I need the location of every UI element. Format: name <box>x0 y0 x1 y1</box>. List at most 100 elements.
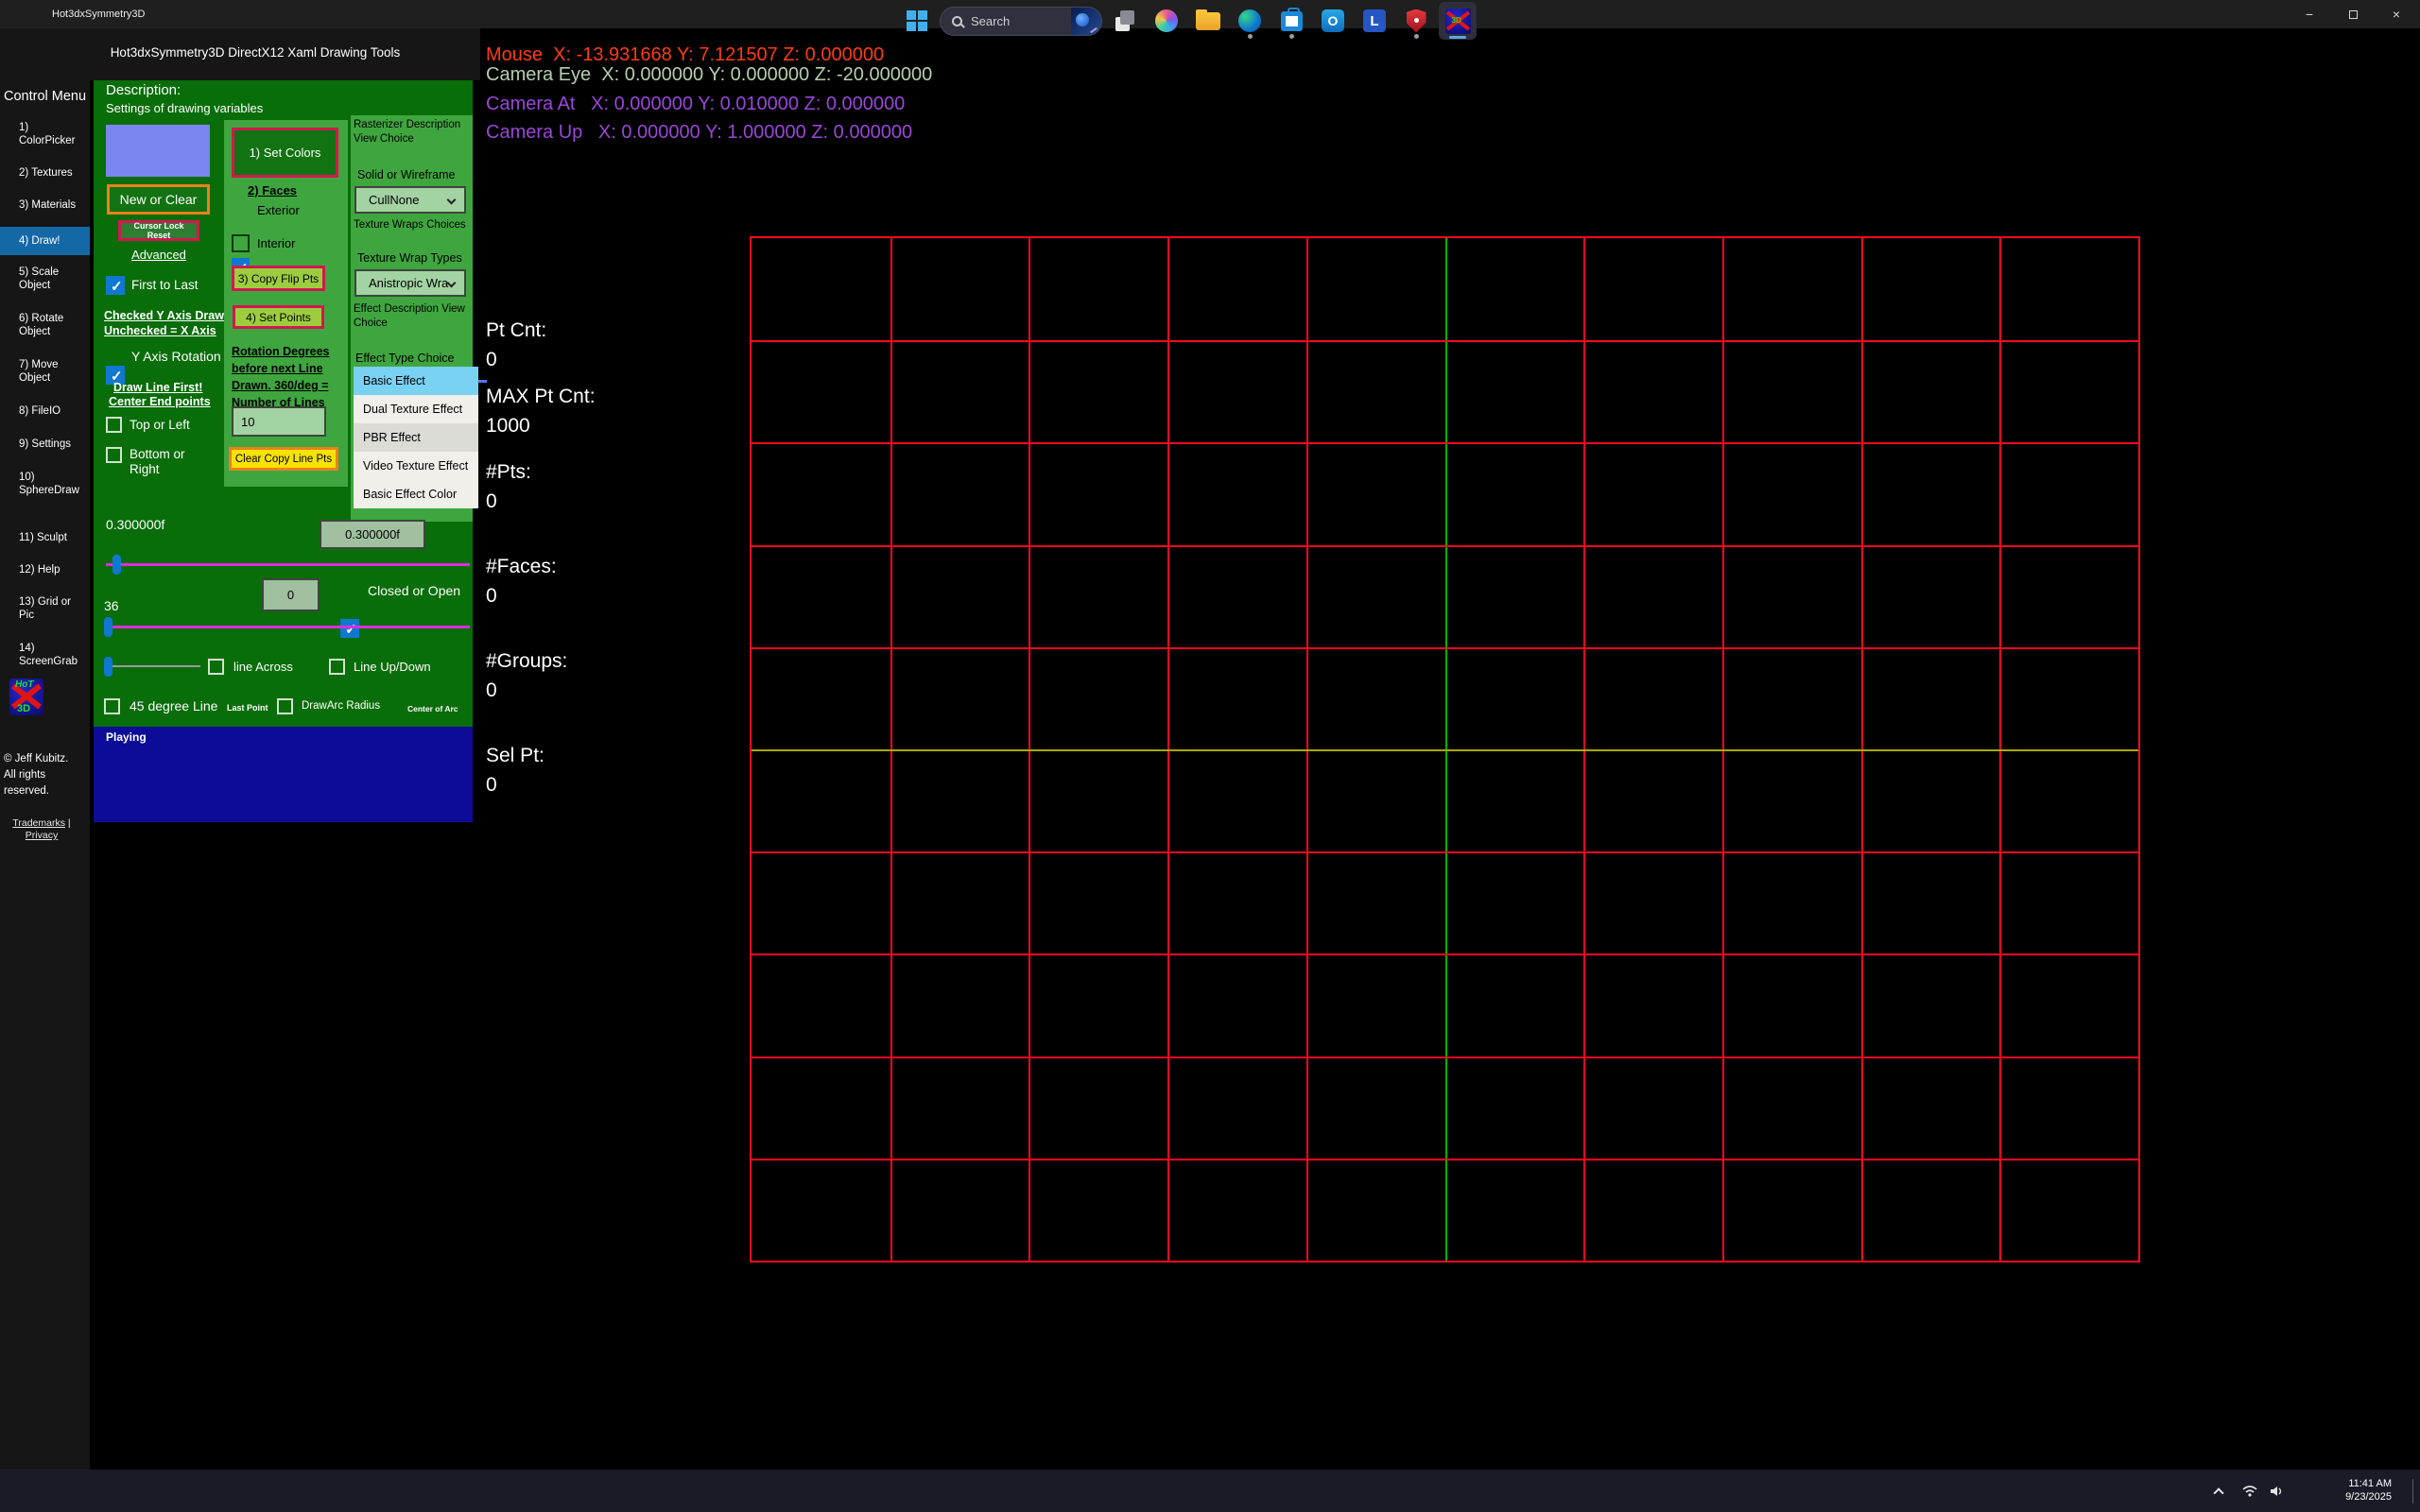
draw-arc-radius-checkbox[interactable] <box>277 698 293 714</box>
closed-or-open-checkbox[interactable] <box>340 619 359 638</box>
running-indicator <box>1414 34 1419 39</box>
sidebar-item-move-object[interactable]: 7) Move Object <box>19 358 81 385</box>
pts-value: 0 <box>486 490 497 513</box>
sidebar-item-sculpt[interactable]: 11) Sculpt <box>19 531 81 544</box>
segments-slider-track[interactable] <box>106 626 470 628</box>
sidebar-item-spheredraw[interactable]: 10) SphereDraw <box>19 471 81 497</box>
start-button[interactable] <box>898 2 936 40</box>
trademarks-link[interactable]: Trademarks <box>12 817 65 829</box>
sidebar-item-grid-or-pic[interactable]: 13) Grid or Pic <box>19 595 81 622</box>
sidebar-item-colorpicker[interactable]: 1) ColorPicker <box>19 121 81 147</box>
axis-line <box>752 749 2138 751</box>
drawing-settings-panel: Description: Settings of drawing variabl… <box>94 80 473 822</box>
line-up-down-checkbox[interactable] <box>329 659 345 675</box>
cursor-lock-reset-button[interactable]: Cursor Lock Reset <box>118 220 199 241</box>
center-end-points-link[interactable]: Center End points <box>109 395 211 409</box>
copy-flip-pts-button[interactable]: 3) Copy Flip Pts <box>232 266 325 291</box>
sidebar-item-help[interactable]: 12) Help <box>19 563 81 576</box>
sidebar-item-rotate-object[interactable]: 6) Rotate Object <box>19 312 81 338</box>
legal-links: Trademarks | Privacy <box>2 817 81 842</box>
effect-option-basic-color[interactable]: Basic Effect Color <box>354 480 478 508</box>
grid-line <box>752 545 2138 547</box>
clear-copy-line-pts-button[interactable]: Clear Copy Line Pts <box>229 447 338 471</box>
show-desktop-button[interactable] <box>2412 1479 2413 1503</box>
rotation-degrees-line3: Drawn. 360/deg = <box>232 377 328 395</box>
letter-l-app-button[interactable]: L <box>1356 2 1393 40</box>
sidebar-item-draw[interactable]: 4) Draw! <box>0 227 90 255</box>
search-placeholder: Search <box>971 14 1071 28</box>
rotation-degrees-input[interactable]: 10 <box>232 406 326 437</box>
security-shield-button[interactable] <box>1397 2 1435 40</box>
sidebar-item-textures[interactable]: 2) Textures <box>19 166 81 180</box>
microsoft-store-button[interactable] <box>1272 2 1310 40</box>
line-slider-track[interactable] <box>106 665 200 667</box>
faces-value: 0 <box>486 585 497 608</box>
outlook-button[interactable]: O <box>1314 2 1352 40</box>
file-explorer-button[interactable] <box>1189 2 1227 40</box>
sidebar-item-scale-object[interactable]: 5) Scale Object <box>19 266 81 292</box>
window-title: Hot3dxSymmetry3D <box>52 0 145 28</box>
task-view-button[interactable] <box>1106 2 1144 40</box>
edge-button[interactable] <box>1231 2 1269 40</box>
effect-option-video-texture[interactable]: Video Texture Effect <box>354 452 478 480</box>
network-icon <box>2242 1484 2257 1499</box>
first-to-last-checkbox[interactable] <box>106 276 125 295</box>
groups-label: #Groups: <box>486 650 567 673</box>
line-across-checkbox[interactable] <box>208 659 224 675</box>
privacy-link[interactable]: Privacy <box>26 830 58 841</box>
search-icon <box>952 16 962 26</box>
y-axis-note-line1: Checked Y Axis Draw <box>104 309 224 323</box>
set-colors-button[interactable]: 1) Set Colors <box>232 128 338 178</box>
faces-link[interactable]: 2) Faces <box>248 183 297 198</box>
thickness-value-box[interactable]: 0.300000f <box>320 520 425 549</box>
bottom-or-right-checkbox[interactable] <box>106 447 122 463</box>
set-points-button[interactable]: 4) Set Points <box>233 305 324 329</box>
new-or-clear-button[interactable]: New or Clear <box>107 184 210 215</box>
active-app-indicator <box>1449 36 1466 39</box>
effect-option-basic[interactable]: Basic Effect <box>354 367 478 395</box>
thickness-slider-track[interactable] <box>106 563 470 566</box>
deg45-line-checkbox[interactable] <box>104 698 120 714</box>
close-button[interactable]: × <box>2375 0 2418 28</box>
draw-line-first-link[interactable]: Draw Line First! <box>113 381 202 395</box>
segments-value-box[interactable]: 0 <box>262 578 320 611</box>
top-or-left-checkbox[interactable] <box>106 417 122 433</box>
sidebar-item-settings[interactable]: 9) Settings <box>19 438 81 451</box>
faces-label: #Faces: <box>486 556 557 578</box>
sidebar-item-screengrab[interactable]: 14) ScreenGrab <box>19 642 81 668</box>
drawing-canvas-grid[interactable] <box>750 236 2140 1263</box>
y-axis-rotation-label: Y Axis Rotation <box>131 349 221 364</box>
line-slider-thumb[interactable] <box>104 657 112 677</box>
tray-clock[interactable]: 11:41 AM 9/23/2025 <box>2318 1477 2392 1503</box>
minimize-button[interactable]: − <box>2288 0 2331 28</box>
copilot-button[interactable] <box>1148 2 1185 40</box>
thickness-slider-thumb[interactable] <box>112 555 121 575</box>
effect-option-dual-texture[interactable]: Dual Texture Effect <box>354 395 478 423</box>
grid-line <box>752 1159 2138 1160</box>
color-swatch[interactable] <box>106 125 210 177</box>
segments-slider-thumb[interactable] <box>104 617 112 637</box>
texture-wrap-dropdown[interactable]: Anistropic Wra <box>354 269 466 297</box>
texture-wraps-choices-label: Texture Wraps Choices <box>354 218 466 232</box>
sidebar-item-materials[interactable]: 3) Materials <box>19 198 81 212</box>
cull-mode-dropdown[interactable]: CullNone <box>354 186 466 214</box>
tray-expand-button[interactable] <box>2215 1469 2222 1512</box>
hot3dx-app-button[interactable]: 3D <box>1439 2 1477 40</box>
grid-line <box>752 954 2138 955</box>
interior-checkbox[interactable] <box>232 234 250 252</box>
network-tray-button[interactable] <box>2242 1469 2257 1512</box>
max-pt-cnt-label: MAX Pt Cnt: <box>486 386 596 408</box>
playing-label: Playing <box>106 730 147 744</box>
volume-tray-button[interactable] <box>2269 1469 2284 1512</box>
copilot-icon <box>1155 9 1178 32</box>
rasterizer-label-line1: Rasterizer Description <box>354 118 460 132</box>
advanced-link[interactable]: Advanced <box>131 248 186 262</box>
grid-line <box>752 647 2138 649</box>
running-indicator <box>1289 34 1294 39</box>
rotation-degrees-line1: Rotation Degrees <box>232 343 330 361</box>
sidebar-item-fileio[interactable]: 8) FileIO <box>19 404 81 418</box>
effect-option-pbr[interactable]: PBR Effect <box>354 423 478 452</box>
camera-at-readout: Camera At X: 0.000000 Y: 0.010000 Z: 0.0… <box>486 94 905 115</box>
maximize-button[interactable] <box>2331 0 2375 28</box>
taskbar-search-input[interactable]: Search <box>940 7 1102 36</box>
